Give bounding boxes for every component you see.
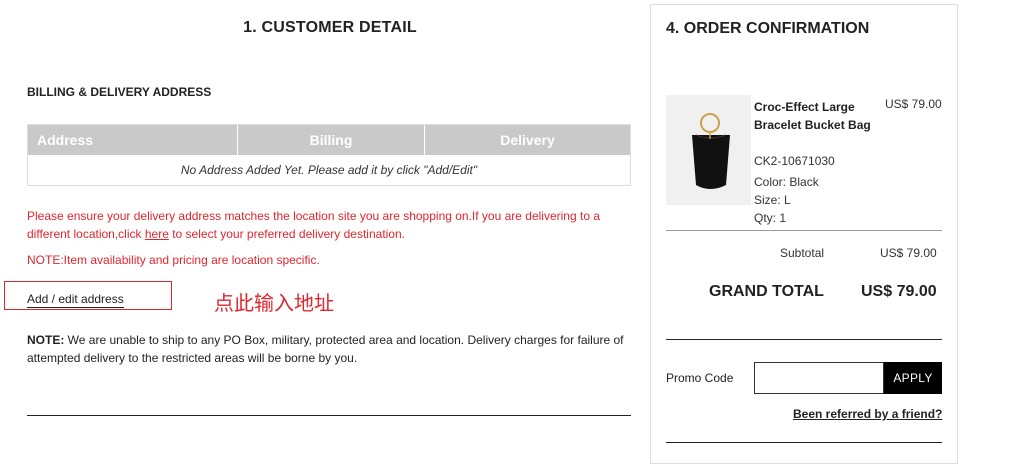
order-confirmation-title: 4. ORDER CONFIRMATION (666, 20, 870, 37)
product-sku: CK2-10671030 (754, 154, 835, 168)
bucket-bag-icon (692, 113, 730, 189)
address-table-header: Address Billing Delivery (28, 125, 630, 155)
promo-code-label: Promo Code (666, 371, 734, 385)
promo-code-input[interactable] (754, 362, 884, 394)
location-note: NOTE:Item availability and pricing are l… (27, 253, 320, 267)
shipping-restriction-note: NOTE: We are unable to ship to any PO Bo… (27, 331, 632, 367)
divider (27, 415, 631, 416)
product-quantity: Qty: 1 (754, 211, 787, 225)
referred-by-friend-link[interactable]: Been referred by a friend? (793, 407, 942, 421)
product-image (666, 95, 751, 205)
grand-total-label: GRAND TOTAL (709, 283, 824, 300)
warning-text-after: to select your preferred delivery destin… (168, 227, 405, 241)
product-name[interactable]: Croc-Effect Large Bracelet Bucket Bag (754, 98, 874, 134)
select-destination-link[interactable]: here (145, 227, 169, 241)
add-edit-address-link[interactable]: Add / edit address (27, 292, 124, 308)
product-size: Size: L (754, 193, 791, 207)
apply-promo-button[interactable]: APPLY (884, 362, 942, 394)
column-header-delivery: Delivery (500, 132, 555, 148)
product-color: Color: Black (754, 175, 819, 189)
customer-detail-title: 1. CUSTOMER DETAIL (243, 19, 417, 36)
shipping-note-text: We are unable to ship to any PO Box, mil… (27, 333, 624, 365)
annotation-hint: 点此输入地址 (214, 291, 334, 315)
divider (666, 339, 942, 340)
address-empty-message: No Address Added Yet. Please add it by c… (180, 163, 478, 177)
divider (666, 442, 942, 443)
billing-delivery-heading: BILLING & DELIVERY ADDRESS (27, 85, 212, 99)
subtotal-label: Subtotal (780, 246, 825, 260)
grand-total-value: US$ 79.00 (861, 283, 937, 300)
subtotal-value: US$ 79.00 (880, 246, 937, 260)
product-price: US$ 79.00 (885, 97, 942, 111)
shipping-note-label: NOTE: (27, 333, 65, 347)
address-table: Address Billing Delivery No Address Adde… (27, 124, 631, 186)
delivery-location-warning: Please ensure your delivery address matc… (27, 207, 632, 243)
divider (666, 230, 942, 231)
order-confirmation-panel (650, 4, 958, 464)
column-header-billing: Billing (238, 125, 425, 155)
column-header-address: Address (28, 125, 238, 155)
